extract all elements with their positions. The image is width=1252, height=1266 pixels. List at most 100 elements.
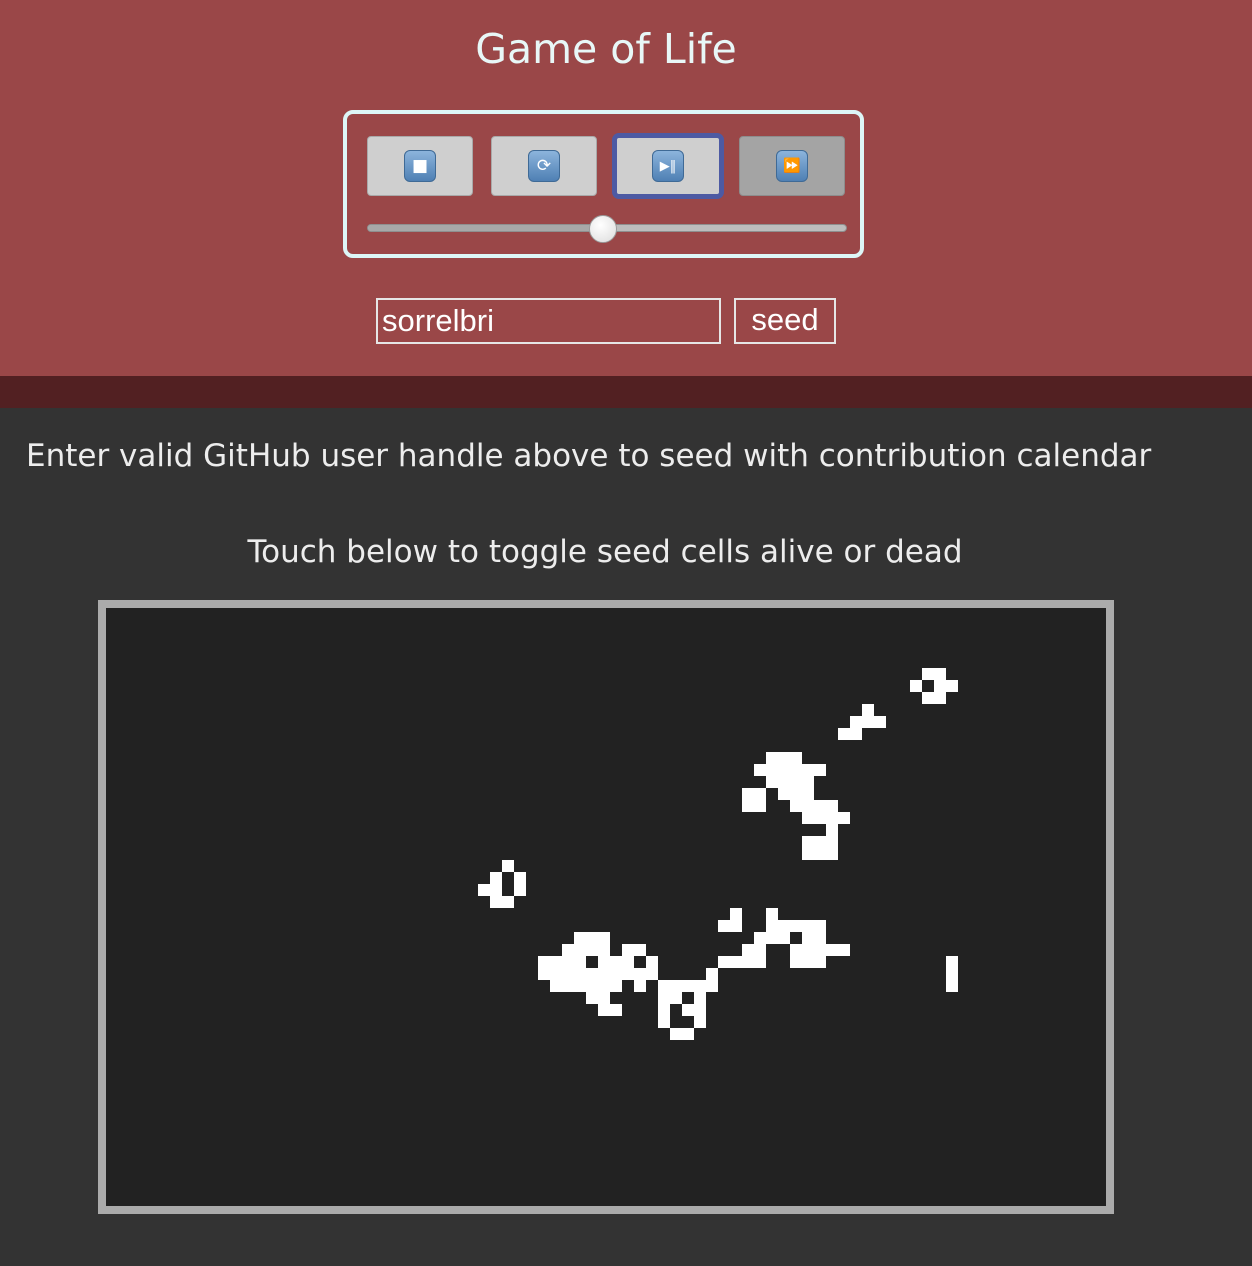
seed-button[interactable]: seed <box>734 298 836 344</box>
live-cell[interactable] <box>550 968 562 980</box>
fast-forward-button[interactable]: ⏩ <box>739 136 845 196</box>
live-cell[interactable] <box>610 968 622 980</box>
live-cell[interactable] <box>742 788 754 800</box>
live-cell[interactable] <box>598 956 610 968</box>
live-cell[interactable] <box>730 908 742 920</box>
live-cell[interactable] <box>754 764 766 776</box>
live-cell[interactable] <box>946 956 958 968</box>
live-cell[interactable] <box>550 980 562 992</box>
live-cell[interactable] <box>598 968 610 980</box>
live-cell[interactable] <box>946 980 958 992</box>
live-cell[interactable] <box>490 872 502 884</box>
live-cell[interactable] <box>742 956 754 968</box>
live-cell[interactable] <box>826 812 838 824</box>
live-cell[interactable] <box>874 716 886 728</box>
live-cell[interactable] <box>742 944 754 956</box>
live-cell[interactable] <box>598 992 610 1004</box>
live-cell[interactable] <box>586 992 598 1004</box>
live-cell[interactable] <box>802 776 814 788</box>
live-cell[interactable] <box>586 932 598 944</box>
live-cell[interactable] <box>718 920 730 932</box>
live-cell[interactable] <box>778 776 790 788</box>
live-cell[interactable] <box>838 944 850 956</box>
live-cell[interactable] <box>802 920 814 932</box>
live-cell[interactable] <box>682 1004 694 1016</box>
live-cell[interactable] <box>610 956 622 968</box>
live-cell[interactable] <box>670 980 682 992</box>
live-cell[interactable] <box>586 980 598 992</box>
live-cell[interactable] <box>706 980 718 992</box>
live-cell[interactable] <box>634 944 646 956</box>
live-cell[interactable] <box>730 920 742 932</box>
live-cell[interactable] <box>814 932 826 944</box>
live-cell[interactable] <box>766 764 778 776</box>
live-cell[interactable] <box>778 788 790 800</box>
live-cell[interactable] <box>934 680 946 692</box>
play-pause-button[interactable]: ▶‖ <box>612 133 724 199</box>
live-cell[interactable] <box>850 728 862 740</box>
live-cell[interactable] <box>802 956 814 968</box>
live-cell[interactable] <box>802 944 814 956</box>
live-cell[interactable] <box>838 812 850 824</box>
cell-grid[interactable] <box>106 608 1106 1206</box>
live-cell[interactable] <box>562 956 574 968</box>
live-cell[interactable] <box>490 884 502 896</box>
live-cell[interactable] <box>730 956 742 968</box>
github-handle-input[interactable] <box>376 298 721 344</box>
live-cell[interactable] <box>826 824 838 836</box>
live-cell[interactable] <box>634 980 646 992</box>
live-cell[interactable] <box>706 968 718 980</box>
live-cell[interactable] <box>814 956 826 968</box>
live-cell[interactable] <box>802 836 814 848</box>
live-cell[interactable] <box>694 992 706 1004</box>
live-cell[interactable] <box>658 992 670 1004</box>
live-cell[interactable] <box>790 788 802 800</box>
live-cell[interactable] <box>766 776 778 788</box>
live-cell[interactable] <box>766 752 778 764</box>
live-cell[interactable] <box>622 968 634 980</box>
live-cell[interactable] <box>766 920 778 932</box>
live-cell[interactable] <box>658 1016 670 1028</box>
live-cell[interactable] <box>634 968 646 980</box>
live-cell[interactable] <box>778 764 790 776</box>
live-cell[interactable] <box>754 944 766 956</box>
live-cell[interactable] <box>562 944 574 956</box>
live-cell[interactable] <box>598 1004 610 1016</box>
game-board[interactable] <box>98 600 1114 1214</box>
live-cell[interactable] <box>622 956 634 968</box>
live-cell[interactable] <box>850 716 862 728</box>
live-cell[interactable] <box>586 968 598 980</box>
live-cell[interactable] <box>814 944 826 956</box>
live-cell[interactable] <box>694 1004 706 1016</box>
live-cell[interactable] <box>514 884 526 896</box>
live-cell[interactable] <box>574 980 586 992</box>
live-cell[interactable] <box>838 728 850 740</box>
live-cell[interactable] <box>826 944 838 956</box>
live-cell[interactable] <box>814 848 826 860</box>
live-cell[interactable] <box>574 968 586 980</box>
live-cell[interactable] <box>574 932 586 944</box>
live-cell[interactable] <box>514 872 526 884</box>
live-cell[interactable] <box>814 836 826 848</box>
live-cell[interactable] <box>790 920 802 932</box>
live-cell[interactable] <box>646 956 658 968</box>
live-cell[interactable] <box>550 956 562 968</box>
live-cell[interactable] <box>862 704 874 716</box>
live-cell[interactable] <box>778 920 790 932</box>
live-cell[interactable] <box>670 992 682 1004</box>
live-cell[interactable] <box>598 932 610 944</box>
live-cell[interactable] <box>610 980 622 992</box>
live-cell[interactable] <box>754 932 766 944</box>
live-cell[interactable] <box>826 836 838 848</box>
live-cell[interactable] <box>790 944 802 956</box>
live-cell[interactable] <box>478 884 490 896</box>
live-cell[interactable] <box>790 800 802 812</box>
live-cell[interactable] <box>538 956 550 968</box>
live-cell[interactable] <box>814 764 826 776</box>
live-cell[interactable] <box>754 788 766 800</box>
live-cell[interactable] <box>538 968 550 980</box>
live-cell[interactable] <box>754 800 766 812</box>
live-cell[interactable] <box>826 800 838 812</box>
live-cell[interactable] <box>802 800 814 812</box>
live-cell[interactable] <box>502 896 514 908</box>
